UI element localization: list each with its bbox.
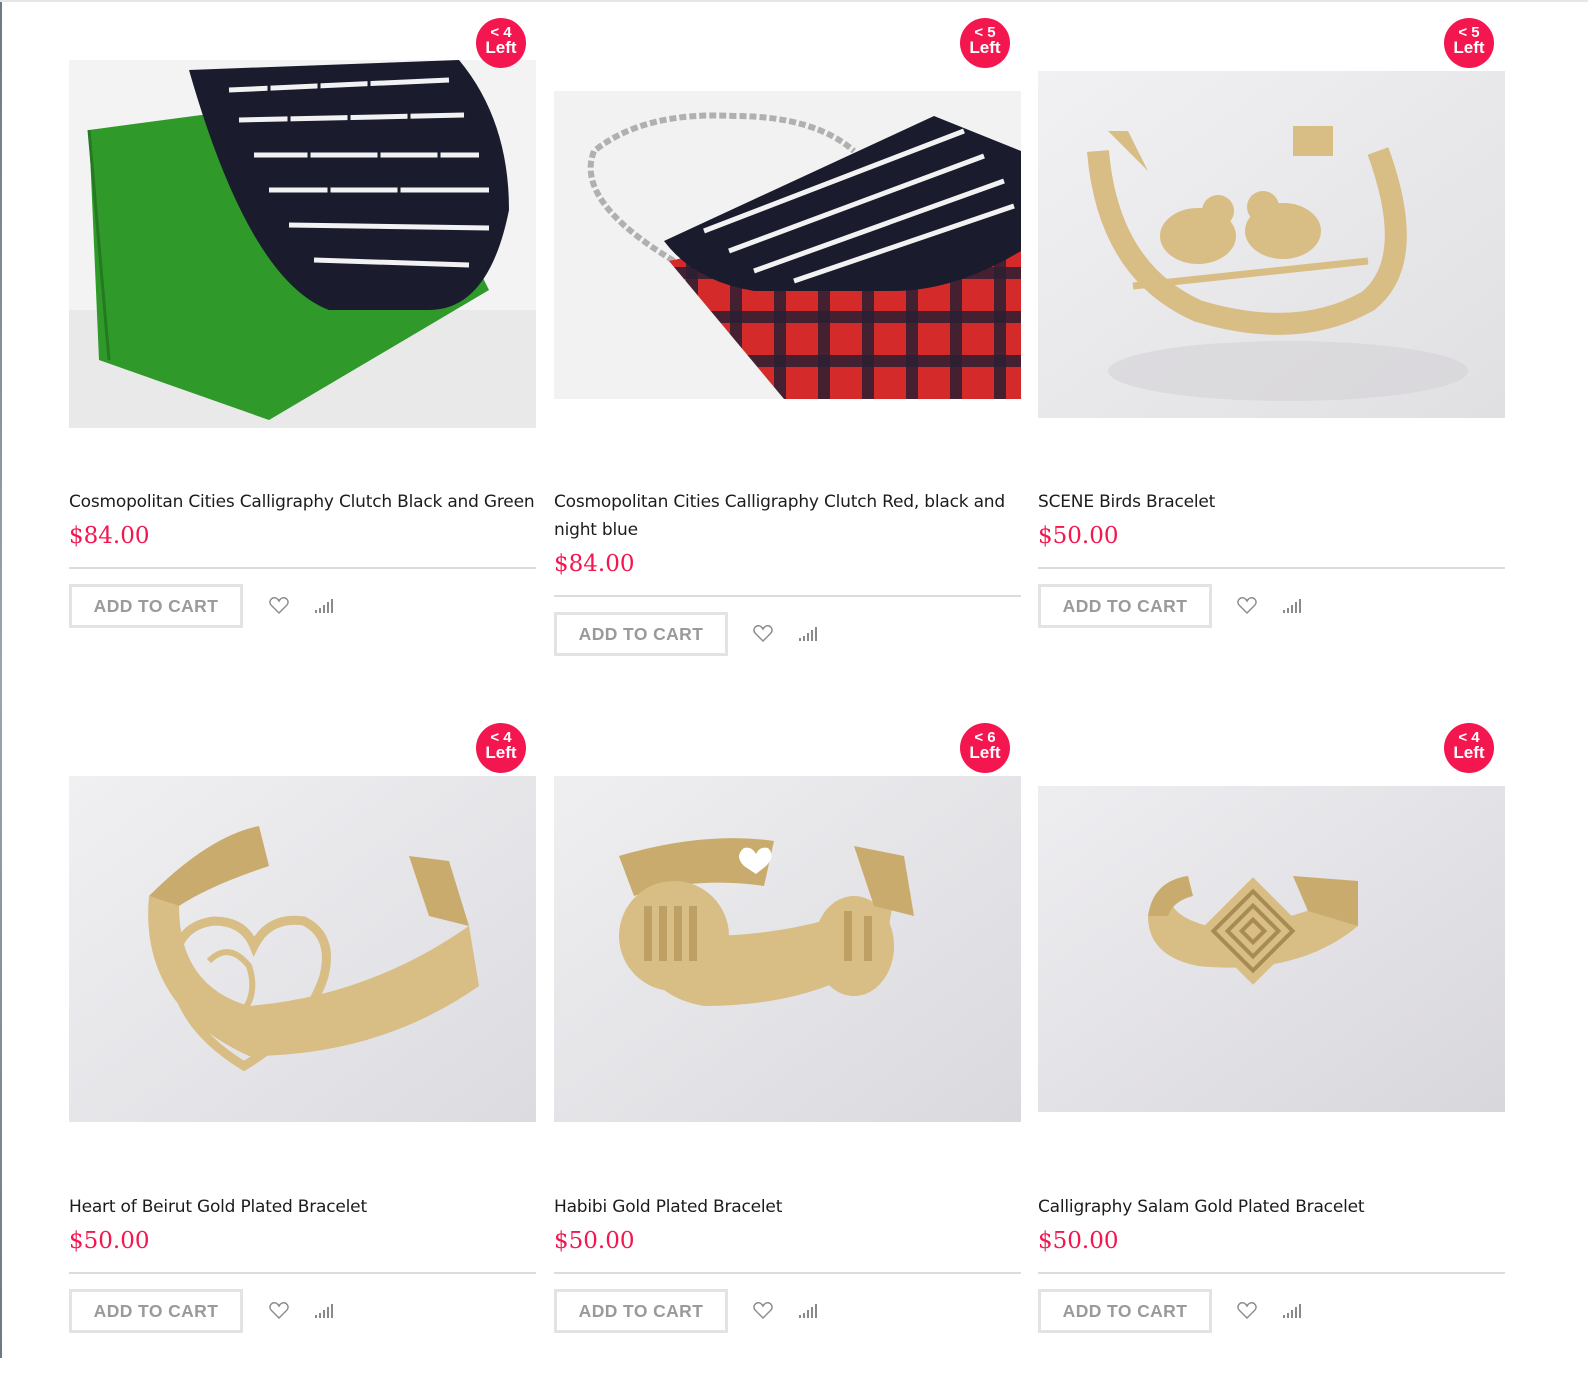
badge-count: < 4 xyxy=(1458,729,1480,746)
product-title[interactable]: Cosmopolitan Cities Calligraphy Clutch B… xyxy=(69,488,536,516)
stock-left-badge: < 4 Left xyxy=(1444,723,1494,773)
compare-bars-icon[interactable] xyxy=(797,622,819,644)
product-title[interactable]: Cosmopolitan Cities Calligraphy Clutch R… xyxy=(554,488,1021,544)
product-price: $84.00 xyxy=(69,523,150,549)
product-card: < 5 Left Cosmopolitan Cities Calligraphy… xyxy=(554,18,1021,678)
product-title[interactable]: Calligraphy Salam Gold Plated Bracelet xyxy=(1038,1193,1505,1221)
product-title[interactable]: Heart of Beirut Gold Plated Bracelet xyxy=(69,1193,536,1221)
product-photo[interactable] xyxy=(1038,71,1505,418)
add-to-cart-button[interactable]: ADD TO CART xyxy=(554,612,728,656)
stock-left-badge: < 4 Left xyxy=(476,18,526,68)
product-card: < 4 Left Heart of Beirut Gold Plated Bra… xyxy=(69,723,536,1383)
add-to-cart-button[interactable]: ADD TO CART xyxy=(1038,1289,1212,1333)
add-to-cart-button[interactable]: ADD TO CART xyxy=(1038,584,1212,628)
badge-count: < 4 xyxy=(490,729,512,746)
heart-icon[interactable] xyxy=(268,1299,290,1321)
add-to-cart-button[interactable]: ADD TO CART xyxy=(69,584,243,628)
badge-count: < 5 xyxy=(1458,24,1480,41)
badge-left-label: Left xyxy=(969,743,1001,762)
badge-left-label: Left xyxy=(485,38,517,57)
badge-count: < 4 xyxy=(490,24,512,41)
stock-left-badge: < 6 Left xyxy=(960,723,1010,773)
badge-left-label: Left xyxy=(1453,38,1485,57)
stock-left-badge: < 5 Left xyxy=(1444,18,1494,68)
badge-count: < 5 xyxy=(974,24,996,41)
card-divider xyxy=(554,1272,1021,1274)
card-divider xyxy=(1038,1272,1505,1274)
window-left-edge xyxy=(0,0,2,1358)
product-image-area[interactable]: < 5 Left xyxy=(554,18,1021,448)
product-title[interactable]: SCENE Birds Bracelet xyxy=(1038,488,1505,516)
product-photo[interactable] xyxy=(69,776,536,1122)
product-photo[interactable] xyxy=(554,91,1021,399)
product-price: $50.00 xyxy=(1038,523,1119,549)
product-price: $50.00 xyxy=(554,1228,635,1254)
product-photo[interactable] xyxy=(554,776,1021,1122)
product-price: $50.00 xyxy=(1038,1228,1119,1254)
product-card: < 4 Left Calligraphy Salam Gold Plated B… xyxy=(1038,723,1505,1383)
card-divider xyxy=(69,1272,536,1274)
heart-icon[interactable] xyxy=(752,622,774,644)
compare-bars-icon[interactable] xyxy=(313,594,335,616)
compare-bars-icon[interactable] xyxy=(1281,1299,1303,1321)
product-image-area[interactable]: < 4 Left xyxy=(1038,723,1505,1153)
stock-left-badge: < 5 Left xyxy=(960,18,1010,68)
product-price: $84.00 xyxy=(554,551,635,577)
badge-left-label: Left xyxy=(969,38,1001,57)
product-image-area[interactable]: < 4 Left xyxy=(69,723,536,1153)
add-to-cart-button[interactable]: ADD TO CART xyxy=(554,1289,728,1333)
compare-bars-icon[interactable] xyxy=(313,1299,335,1321)
heart-icon[interactable] xyxy=(1236,1299,1258,1321)
card-divider xyxy=(554,595,1021,597)
product-image-area[interactable]: < 6 Left xyxy=(554,723,1021,1153)
product-title[interactable]: Habibi Gold Plated Bracelet xyxy=(554,1193,1021,1221)
product-photo[interactable] xyxy=(1038,786,1505,1112)
product-price: $50.00 xyxy=(69,1228,150,1254)
compare-bars-icon[interactable] xyxy=(797,1299,819,1321)
card-divider xyxy=(69,567,536,569)
badge-count: < 6 xyxy=(974,729,996,746)
heart-icon[interactable] xyxy=(752,1299,774,1321)
badge-left-label: Left xyxy=(1453,743,1485,762)
product-image-area[interactable]: < 4 Left xyxy=(69,18,536,448)
product-card: < 6 Left Habibi Gold Plated Bracelet $50… xyxy=(554,723,1021,1383)
badge-left-label: Left xyxy=(485,743,517,762)
heart-icon[interactable] xyxy=(1236,594,1258,616)
product-photo[interactable] xyxy=(69,60,536,428)
stock-left-badge: < 4 Left xyxy=(476,723,526,773)
card-divider xyxy=(1038,567,1505,569)
product-image-area[interactable]: < 5 Left xyxy=(1038,18,1505,448)
window-top-edge xyxy=(0,0,1588,2)
product-card: < 5 Left SCENE Birds Bracelet $50.00 ADD… xyxy=(1038,18,1505,678)
add-to-cart-button[interactable]: ADD TO CART xyxy=(69,1289,243,1333)
product-card: < 4 Left Cosmopolitan Cities Calligraphy… xyxy=(69,18,536,678)
compare-bars-icon[interactable] xyxy=(1281,594,1303,616)
heart-icon[interactable] xyxy=(268,594,290,616)
